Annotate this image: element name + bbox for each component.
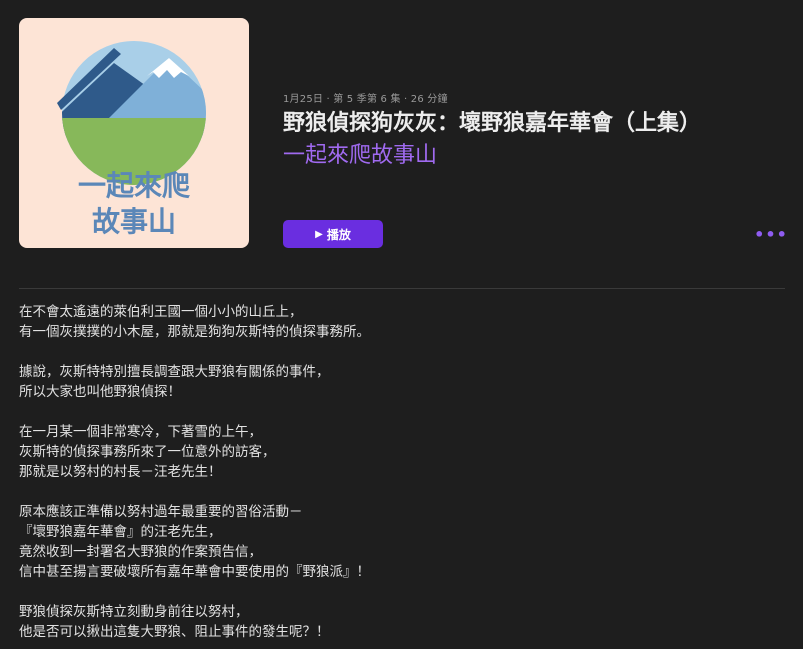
description-paragraph: 在不會太遙遠的萊伯利王國一個小小的山丘上， 有一個灰撲撲的小木屋，那就是狗狗灰斯特… <box>19 302 785 342</box>
description-paragraph: 原本應該正準備以努村過年最重要的習俗活動－ 『壞野狼嘉年華會』的汪老先生， 竟然收到… <box>19 502 785 582</box>
description-paragraph: 據說，灰斯特特別擅長調查跟大野狼有關係的事件， 所以大家也叫他野狼偵探！ <box>19 362 785 402</box>
play-button-label: 播放 <box>326 227 351 242</box>
show-name-link[interactable]: 一起來爬故事山 <box>283 137 437 169</box>
play-button[interactable]: ▶ 播放 <box>283 220 383 248</box>
artwork-title-line2: 故事山 <box>92 205 176 238</box>
episode-description: 在不會太遙遠的萊伯利王國一個小小的山丘上， 有一個灰撲撲的小木屋，那就是狗狗灰斯特… <box>19 302 785 649</box>
description-line: 原本應該正準備以努村過年最重要的習俗活動－ <box>19 504 303 520</box>
description-line: 信中甚至揚言要破壞所有嘉年華會中要使用的『野狼派』！ <box>19 564 370 580</box>
description-line: 竟然收到一封署名大野狼的作案預告信， <box>19 544 262 560</box>
episode-meta: 1月25日 · 第 5 季第 6 集 · 26 分鐘 <box>283 94 448 105</box>
podcast-artwork: 一起來爬 故事山 <box>19 18 249 248</box>
artwork-illustration: 一起來爬 故事山 <box>57 41 206 238</box>
description-paragraph: 在一月某一個非常寒冷，下著雪的上午， 灰斯特的偵探事務所來了一位意外的訪客， 那就是… <box>19 422 785 482</box>
description-line: 在一月某一個非常寒冷，下著雪的上午， <box>19 424 262 440</box>
artwork-grass <box>62 118 206 185</box>
episode-title: 野狼偵探狗灰灰：壞野狼嘉年華會（上集） <box>283 111 702 136</box>
description-line: 『壞野狼嘉年華會』的汪老先生， <box>19 524 222 540</box>
description-line: 那就是以努村的村長－汪老先生！ <box>19 464 222 480</box>
episode-page: 一起來爬 故事山 1月25日 · 第 5 季第 6 集 · 26 分鐘 野狼偵探… <box>0 0 803 649</box>
description-line: 據說，灰斯特特別擅長調查跟大野狼有關係的事件， <box>19 364 330 380</box>
description-line: 野狼偵探灰斯特立刻動身前往以努村， <box>19 604 249 620</box>
more-icon: ••• <box>754 224 788 244</box>
description-line: 灰斯特的偵探事務所來了一位意外的訪客， <box>19 444 276 460</box>
description-paragraph: 野狼偵探灰斯特立刻動身前往以努村， 他是否可以揪出這隻大野狼、阻止事件的發生呢？！ <box>19 602 785 642</box>
description-line: 有一個灰撲撲的小木屋，那就是狗狗灰斯特的偵探事務所。 <box>19 324 370 340</box>
description-line: 所以大家也叫他野狼偵探！ <box>19 384 181 400</box>
divider <box>19 288 785 289</box>
play-icon: ▶ <box>315 228 323 240</box>
description-line: 他是否可以揪出這隻大野狼、阻止事件的發生呢？！ <box>19 624 330 640</box>
artwork-title-line1: 一起來爬 <box>78 169 191 202</box>
description-line: 在不會太遙遠的萊伯利王國一個小小的山丘上， <box>19 304 303 320</box>
more-options-button[interactable]: ••• <box>754 224 787 244</box>
